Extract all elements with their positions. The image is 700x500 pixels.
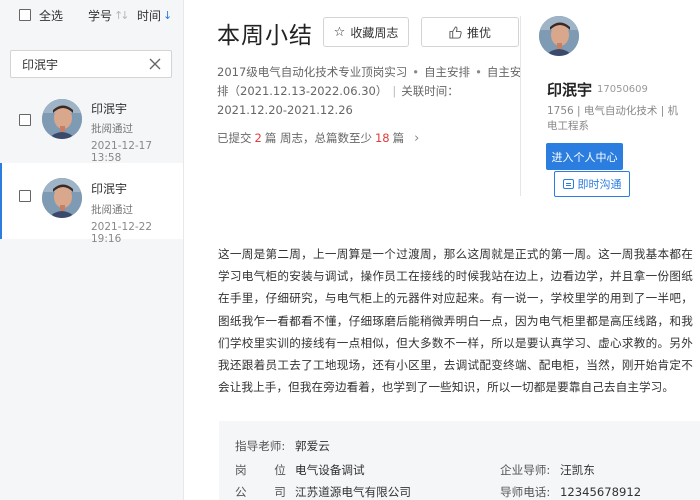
select-all-checkbox[interactable]: [19, 9, 31, 21]
student-info: 1756 | 电气自动化技术 | 机电工程系: [547, 105, 679, 132]
student-name: 印泯宇: [547, 81, 593, 99]
item-date: 2021-12-22 19:16: [91, 221, 153, 245]
teacher-value: 郭爱云: [295, 439, 330, 453]
student-id: 17050609: [597, 84, 648, 95]
mentor-label: 企业导师:: [500, 463, 551, 477]
search-input[interactable]: [22, 57, 152, 71]
phone-value: 12345678912: [560, 485, 642, 499]
minimum-count: 18: [374, 131, 390, 145]
company-row: 公 司:江苏道源电气有限公司: [235, 484, 411, 500]
star-icon: ☆: [333, 24, 346, 40]
list-item[interactable]: 印泯宇 批阅通过 2021-12-17 13:58: [0, 87, 183, 164]
list-item-selected[interactable]: 印泯宇 批阅通过 2021-12-22 19:16: [0, 163, 183, 245]
personal-center-button[interactable]: 进入个人中心: [546, 143, 623, 170]
item-date: 2021-12-17 13:58: [91, 140, 153, 164]
item-status: 批阅通过: [91, 204, 133, 216]
related-time: 2021.12.20-2021.12.26: [217, 103, 353, 117]
company-value: 江苏道源电气有限公司: [295, 485, 411, 499]
sort-by-time-button[interactable]: 时间 ↓: [137, 7, 172, 24]
phone-row: 导师电话: 12345678912: [500, 484, 641, 500]
item-checkbox[interactable]: [19, 190, 31, 202]
item-name: 印泯宇: [91, 102, 128, 116]
position-row: 岗 位:电气设备调试: [235, 462, 365, 478]
thumbs-up-icon: [449, 25, 462, 39]
list-toolbar: 全选 学号 ↑ ↓ 时间 ↓: [0, 0, 183, 30]
internship-period: （2021.12.13-2022.06.30）: [228, 84, 388, 98]
chat-icon: [562, 179, 574, 189]
submitted-prefix: 已提交: [217, 131, 252, 145]
avatar: [42, 99, 82, 139]
submitted-text: 篇 周志，总篇数至少: [264, 131, 372, 145]
item-status: 批阅通过: [91, 123, 133, 135]
sort-by-id-label: 学号: [88, 9, 113, 23]
sort-arrows-icon: ↑ ↓: [114, 9, 130, 22]
minimum-unit: 篇: [392, 131, 405, 145]
select-all-label[interactable]: 全选: [39, 7, 63, 24]
instant-chat-button[interactable]: 即时沟通: [554, 171, 630, 197]
divider: [520, 16, 521, 196]
student-list-panel: 全选 学号 ↑↓ 时间 ↓ 印泯宇 批阅通过 20: [0, 0, 184, 500]
teacher-label: 指导老师:: [235, 439, 286, 453]
search-box: [10, 50, 172, 78]
recommend-label: 推优: [466, 25, 491, 40]
company-label: 公 司:: [235, 485, 314, 499]
supervision-info: 指导老师: 郭爱云 岗 位:电气设备调试 公 司:江苏道源电气有限公司 企业导师:…: [219, 421, 700, 500]
program-name: 2017级电气自动化技术专业顶岗实习: [217, 65, 408, 79]
clear-icon[interactable]: [148, 57, 162, 71]
favorite-button[interactable]: ☆ 收藏周志: [323, 17, 409, 47]
item-checkbox[interactable]: [19, 114, 31, 126]
submission-summary[interactable]: 已提交 2 篇 周志，总篇数至少 18 篇 ›: [217, 130, 419, 146]
arrangement-type: 自主安排: [424, 65, 471, 79]
teacher-row: 指导老师: 郭爱云: [235, 438, 330, 454]
sort-by-time-label: 时间: [137, 9, 162, 23]
recommend-button[interactable]: 推优: [421, 17, 519, 47]
submitted-count: 2: [254, 131, 262, 145]
page-title: 本周小结: [217, 23, 313, 49]
avatar: [42, 178, 82, 218]
chevron-right-icon: ›: [414, 130, 420, 146]
favorite-label: 收藏周志: [350, 25, 399, 40]
instant-chat-label: 即时沟通: [577, 178, 622, 191]
weekly-summary-text: 这一周是第二周，上一周算是一个过渡周，那么这周就是正式的第一周。这一周我基本都在…: [218, 247, 693, 395]
student-avatar: [539, 16, 579, 56]
mentor-row: 企业导师: 汪凯东: [500, 462, 595, 478]
position-label: 岗 位:: [235, 463, 314, 477]
item-name: 印泯宇: [91, 182, 128, 196]
position-value: 电气设备调试: [295, 463, 365, 477]
phone-label: 导师电话:: [500, 485, 551, 499]
mentor-value: 汪凯东: [560, 463, 595, 477]
sort-by-id-button[interactable]: 学号 ↑ ↓: [88, 7, 130, 24]
related-time-label: 关联时间：: [401, 84, 459, 98]
sort-desc-icon: ↓: [163, 9, 172, 22]
internship-meta: 2017级电气自动化技术专业顶岗实习 • 自主安排 • 自主安排（2021.12.13-…: [217, 65, 522, 117]
